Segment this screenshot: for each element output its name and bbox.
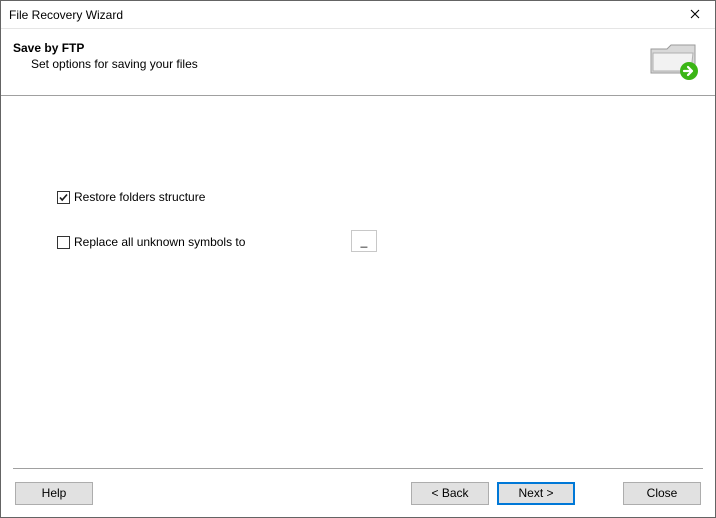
titlebar: File Recovery Wizard [1,1,715,29]
banner-subheading: Set options for saving your files [13,55,198,71]
wizard-content: Restore folders structure Replace all un… [1,95,715,468]
option-replace-unknown: Replace all unknown symbols to [57,235,245,249]
replace-symbol-input[interactable] [351,230,377,252]
ftp-folder-icon [647,39,703,83]
close-icon [690,8,700,22]
option-restore-folders: Restore folders structure [57,190,205,204]
banner-heading: Save by FTP [13,41,198,55]
next-button[interactable]: Next > [497,482,575,505]
window-close-button[interactable] [675,1,715,29]
checkmark-icon [58,192,69,203]
wizard-banner: Save by FTP Set options for saving your … [1,29,715,95]
help-button[interactable]: Help [15,482,93,505]
restore-folders-label[interactable]: Restore folders structure [74,190,205,204]
restore-folders-checkbox[interactable] [57,191,70,204]
window-title: File Recovery Wizard [9,8,123,22]
wizard-footer: Help < Back Next > Close [1,469,715,517]
wizard-window: File Recovery Wizard Save by FTP Set opt… [0,0,716,518]
close-button[interactable]: Close [623,482,701,505]
back-button[interactable]: < Back [411,482,489,505]
replace-unknown-label[interactable]: Replace all unknown symbols to [74,235,245,249]
replace-unknown-checkbox[interactable] [57,236,70,249]
